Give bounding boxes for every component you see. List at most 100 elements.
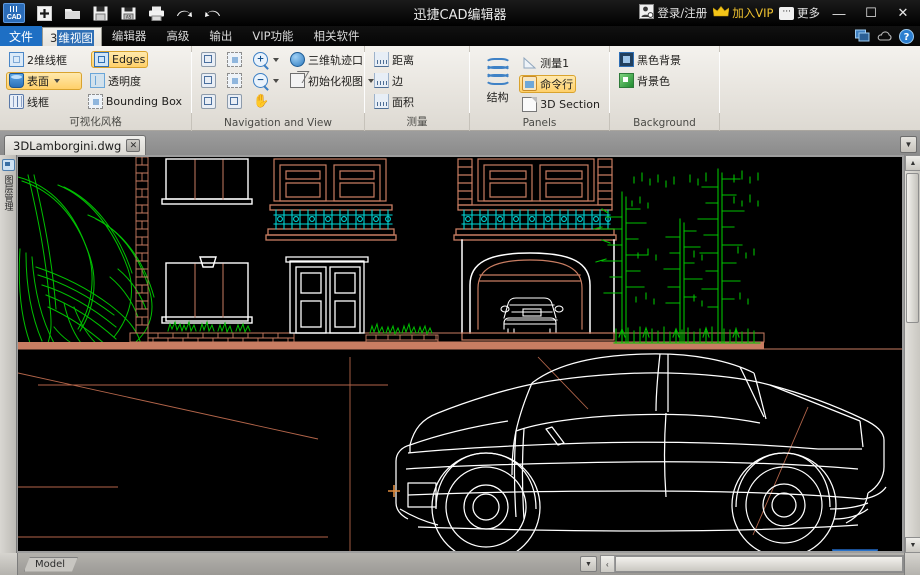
button-distance-label: 距离	[392, 52, 414, 68]
close-button[interactable]: ✕	[890, 2, 916, 24]
help-icon[interactable]: ?	[899, 29, 914, 43]
button-background-color-label: 背景色	[637, 73, 670, 89]
print-icon[interactable]	[147, 4, 166, 23]
button-zoom-extents[interactable]	[224, 72, 245, 89]
button-3d-orbit[interactable]: 三维轨迹口	[287, 51, 366, 69]
button-bounding-box-label: Bounding Box	[106, 95, 182, 108]
panel-title-visual-styles: 可视化风格	[0, 114, 191, 129]
document-tab-bar: 3DLamborgini.dwg ✕ ▼	[0, 131, 920, 155]
button-wireframe-label: 线框	[27, 94, 49, 110]
vip-label: 加入VIP	[732, 5, 773, 21]
nav-row-2: − 初始化视图	[198, 70, 358, 91]
button-wireframe[interactable]: 线框	[6, 93, 80, 111]
coordinate-x-value[interactable]: 139440.56	[832, 549, 878, 551]
document-tab-overflow: ▼	[900, 136, 917, 153]
button-edge[interactable]: 边	[371, 72, 406, 90]
horizontal-scroll-thumb[interactable]	[615, 556, 903, 572]
vertical-scroll-thumb[interactable]	[906, 173, 919, 323]
undo-icon[interactable]	[175, 4, 194, 23]
minimize-button[interactable]: —	[826, 2, 852, 24]
ribbon-panel-background: 黑色背景 背景色 Background	[610, 46, 720, 131]
save-as-icon[interactable]: AS	[119, 4, 138, 23]
orbit-icon	[290, 52, 305, 67]
button-surface[interactable]: 表面	[6, 72, 82, 90]
close-document-icon[interactable]: ✕	[126, 139, 140, 152]
scroll-up-button[interactable]: ▲	[905, 155, 920, 171]
scroll-down-button[interactable]: ▼	[905, 537, 920, 553]
scroll-left-button[interactable]: ‹	[601, 556, 615, 572]
distance-icon	[374, 52, 389, 67]
button-edges[interactable]: Edges	[91, 51, 148, 68]
button-structure-label: 结构	[476, 89, 519, 105]
button-zoom-in[interactable]: +	[250, 51, 282, 68]
tab-output[interactable]: 输出	[199, 26, 242, 46]
surface-icon	[9, 73, 24, 88]
button-2d-wireframe[interactable]: 2维线框	[6, 51, 86, 69]
maximize-button[interactable]: ☐	[858, 2, 884, 24]
button-zoom-out[interactable]: −	[250, 72, 282, 89]
cloud-icon[interactable]	[877, 29, 892, 43]
title-bar-right: 登录/注册 加入VIP ··· 更多 — ☐ ✕	[639, 2, 920, 24]
screen-share-icon[interactable]	[855, 29, 870, 43]
button-background-color[interactable]: 背景色	[616, 72, 673, 90]
button-surface-label: 表面	[27, 73, 49, 89]
new-file-icon[interactable]	[35, 4, 54, 23]
button-area[interactable]: 面积	[371, 93, 417, 111]
measure-triangle-icon	[522, 55, 537, 70]
more-button[interactable]: ··· 更多	[779, 5, 820, 21]
zoom-in-caret-icon[interactable]	[273, 58, 279, 62]
rotate-icon	[201, 94, 216, 109]
tab-3d-view[interactable]: 3维视图	[42, 27, 102, 47]
cad-drawing	[18, 157, 902, 551]
button-edge-label: 边	[392, 73, 403, 89]
surface-dropdown-caret-icon[interactable]	[54, 79, 60, 83]
zoom-window-icon	[227, 52, 242, 67]
cad-application-window: CAD	[0, 0, 920, 575]
model-tab[interactable]: Model	[24, 557, 78, 572]
save-icon[interactable]	[91, 4, 110, 23]
horizontal-scrollbar[interactable]: ‹	[600, 555, 904, 573]
button-view-manager[interactable]	[198, 72, 219, 89]
tab-editor[interactable]: 编辑器	[102, 26, 157, 46]
button-bounding-box[interactable]: Bounding Box	[85, 93, 185, 110]
button-view-preset[interactable]	[198, 51, 219, 68]
status-bar-left-spacer	[0, 553, 18, 575]
button-pan-hand[interactable]: ✋	[250, 93, 271, 110]
join-vip-button[interactable]: 加入VIP	[713, 5, 773, 21]
button-pan-select[interactable]	[224, 93, 245, 110]
chevron-down-icon[interactable]: ▼	[900, 136, 917, 153]
button-distance[interactable]: 距离	[371, 51, 417, 69]
button-measure1[interactable]: 测量1	[519, 54, 572, 72]
menu-file[interactable]: 文件	[0, 26, 42, 46]
transparency-icon	[90, 73, 105, 88]
open-folder-icon[interactable]	[63, 4, 82, 23]
box3d-icon	[290, 73, 305, 88]
panel-title-navigation-and-view: Navigation and View	[192, 117, 364, 129]
drawing-canvas[interactable]: X 139440.56 Y -63253.50 Win7系统之家 www.wi	[18, 157, 902, 551]
button-command-line-label: 命令行	[540, 76, 573, 92]
document-tab-3dlamborgini[interactable]: 3DLamborgini.dwg ✕	[4, 135, 146, 155]
tab-vip-features[interactable]: VIP功能	[242, 26, 303, 46]
redo-icon[interactable]	[203, 4, 222, 23]
button-zoom-window[interactable]	[224, 51, 245, 68]
tab-related-software[interactable]: 相关软件	[304, 26, 370, 46]
tab-3d-view-lead: 3	[50, 31, 57, 45]
zoom-out-icon: −	[253, 73, 268, 88]
login-button[interactable]: 登录/注册	[639, 4, 707, 22]
menu-bar-right-icons: ?	[855, 26, 920, 46]
tab-advanced[interactable]: 高级	[156, 26, 199, 46]
quick-access-toolbar: AS	[35, 4, 222, 23]
button-transparency[interactable]: 透明度	[87, 72, 144, 90]
vertical-scrollbar[interactable]: ▲ ▼	[904, 155, 920, 553]
button-initial-view[interactable]: 初始化视图	[287, 72, 377, 90]
zoom-out-caret-icon[interactable]	[273, 79, 279, 83]
button-command-line[interactable]: 命令行	[519, 75, 576, 93]
pan-select-icon	[227, 94, 242, 109]
layout-dropdown-button[interactable]: ▼	[580, 556, 597, 572]
layers-side-panel-label: 图层管理	[2, 175, 15, 211]
button-black-background[interactable]: 黑色背景	[616, 51, 684, 69]
layers-side-panel[interactable]: 图层管理	[0, 155, 17, 553]
button-transparency-label: 透明度	[108, 73, 141, 89]
button-3d-section[interactable]: 3D Section	[519, 96, 603, 113]
button-rotate-view[interactable]	[198, 93, 219, 110]
